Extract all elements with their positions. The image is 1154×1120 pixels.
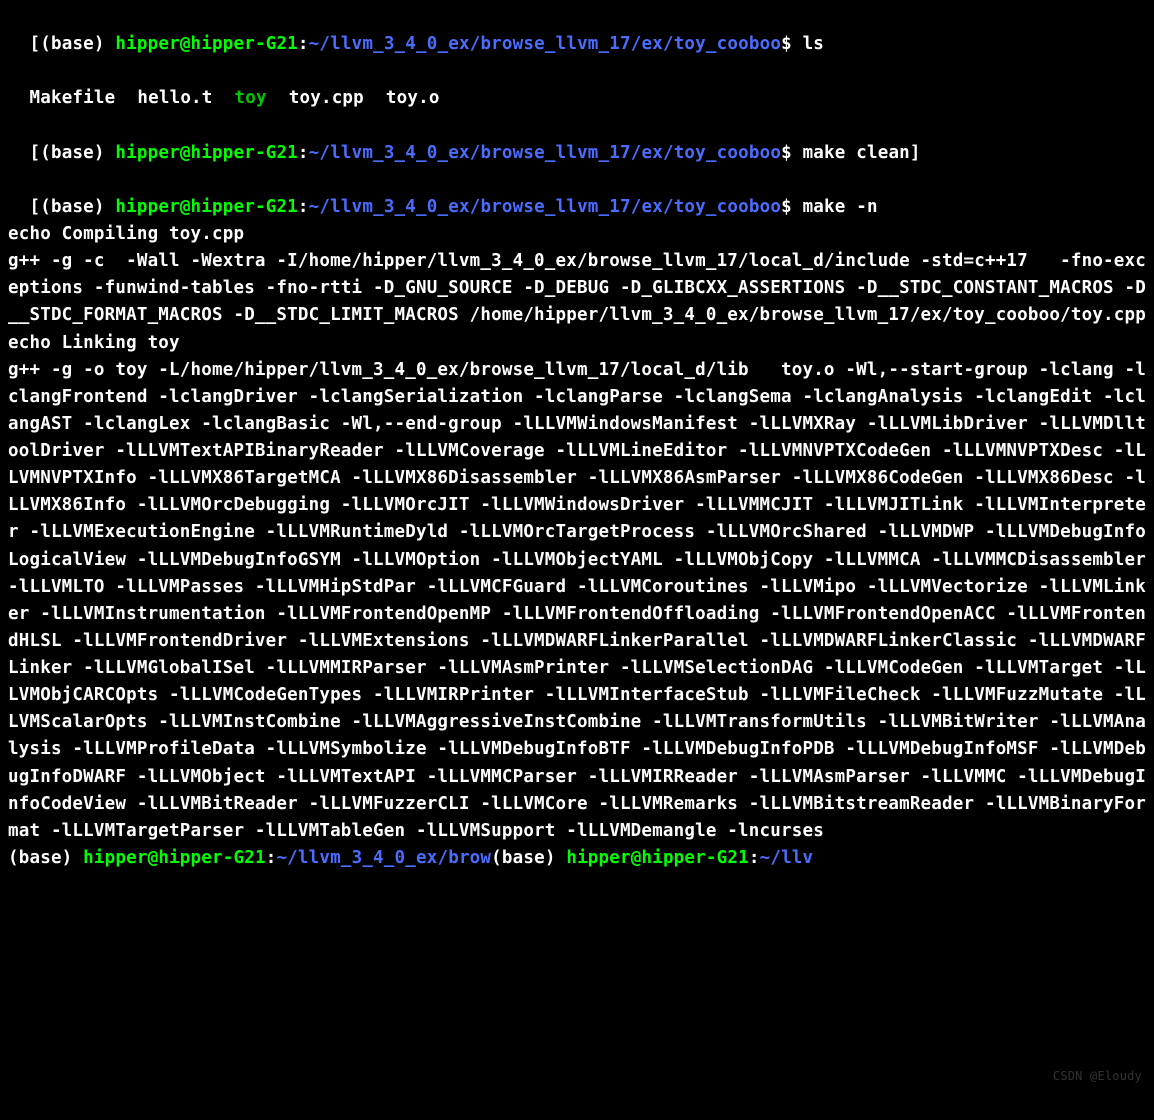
prompt-dollar: $	[781, 143, 792, 163]
bracket-open: [	[29, 143, 40, 163]
bracket-open: [	[29, 34, 40, 54]
conda-env: (base)	[40, 197, 104, 217]
cwd: ~/llvm_3_4_0_ex/browse_llvm_17/ex/toy_co…	[309, 197, 781, 217]
watermark: CSDN @Eloudy	[1053, 1067, 1142, 1086]
user-host: hipper@hipper-G21	[115, 197, 298, 217]
conda-env: (base)	[40, 34, 104, 54]
file-toyo: toy.o	[386, 88, 440, 108]
colon: :	[749, 848, 760, 868]
cwd: ~/llvm_3_4_0_ex/browse_llvm_17/ex/toy_co…	[309, 143, 781, 163]
bracket-open: [	[29, 197, 40, 217]
prompt-line-bottom[interactable]: (base) hipper@hipper-G21:~/llvm_3_4_0_ex…	[8, 845, 1146, 872]
command-ls: ls	[803, 34, 824, 54]
prompt-line-2[interactable]: [(base) hipper@hipper-G21:~/llvm_3_4_0_e…	[8, 113, 1146, 167]
user-host-2: hipper@hipper-G21	[566, 848, 749, 868]
cwd: ~/llvm_3_4_0_ex/browse_llvm_17/ex/toy_co…	[309, 34, 781, 54]
command-make-n: make -n	[803, 197, 878, 217]
colon: :	[298, 197, 309, 217]
cwd-short: ~/llvm_3_4_0_ex/brow	[276, 848, 491, 868]
make-output: echo Compiling toy.cpp g++ -g -c -Wall -…	[8, 221, 1146, 845]
command-make-clean: make clean	[803, 143, 910, 163]
colon: :	[298, 143, 309, 163]
cwd-short2: ~/llv	[760, 848, 814, 868]
file-toycpp: toy.cpp	[289, 88, 364, 108]
bracket-close: ]	[910, 143, 921, 163]
file-toy-exec: toy	[235, 88, 267, 108]
prompt-line-1[interactable]: [(base) hipper@hipper-G21:~/llvm_3_4_0_e…	[8, 4, 1146, 58]
conda-env: (base)	[40, 143, 104, 163]
prompt-dollar: $	[781, 34, 792, 54]
prompt-line-3[interactable]: [(base) hipper@hipper-G21:~/llvm_3_4_0_e…	[8, 167, 1146, 221]
user-host: hipper@hipper-G21	[115, 34, 298, 54]
conda-env: (base)	[8, 848, 72, 868]
file-makefile: Makefile	[29, 88, 115, 108]
colon: :	[298, 34, 309, 54]
colon: :	[266, 848, 277, 868]
ls-output: Makefile hello.t toy toy.cpp toy.o	[8, 58, 1146, 112]
user-host: hipper@hipper-G21	[83, 848, 266, 868]
user-host: hipper@hipper-G21	[115, 143, 298, 163]
file-hello: hello.t	[137, 88, 212, 108]
conda-env-2: (base)	[491, 848, 555, 868]
prompt-dollar: $	[781, 197, 792, 217]
